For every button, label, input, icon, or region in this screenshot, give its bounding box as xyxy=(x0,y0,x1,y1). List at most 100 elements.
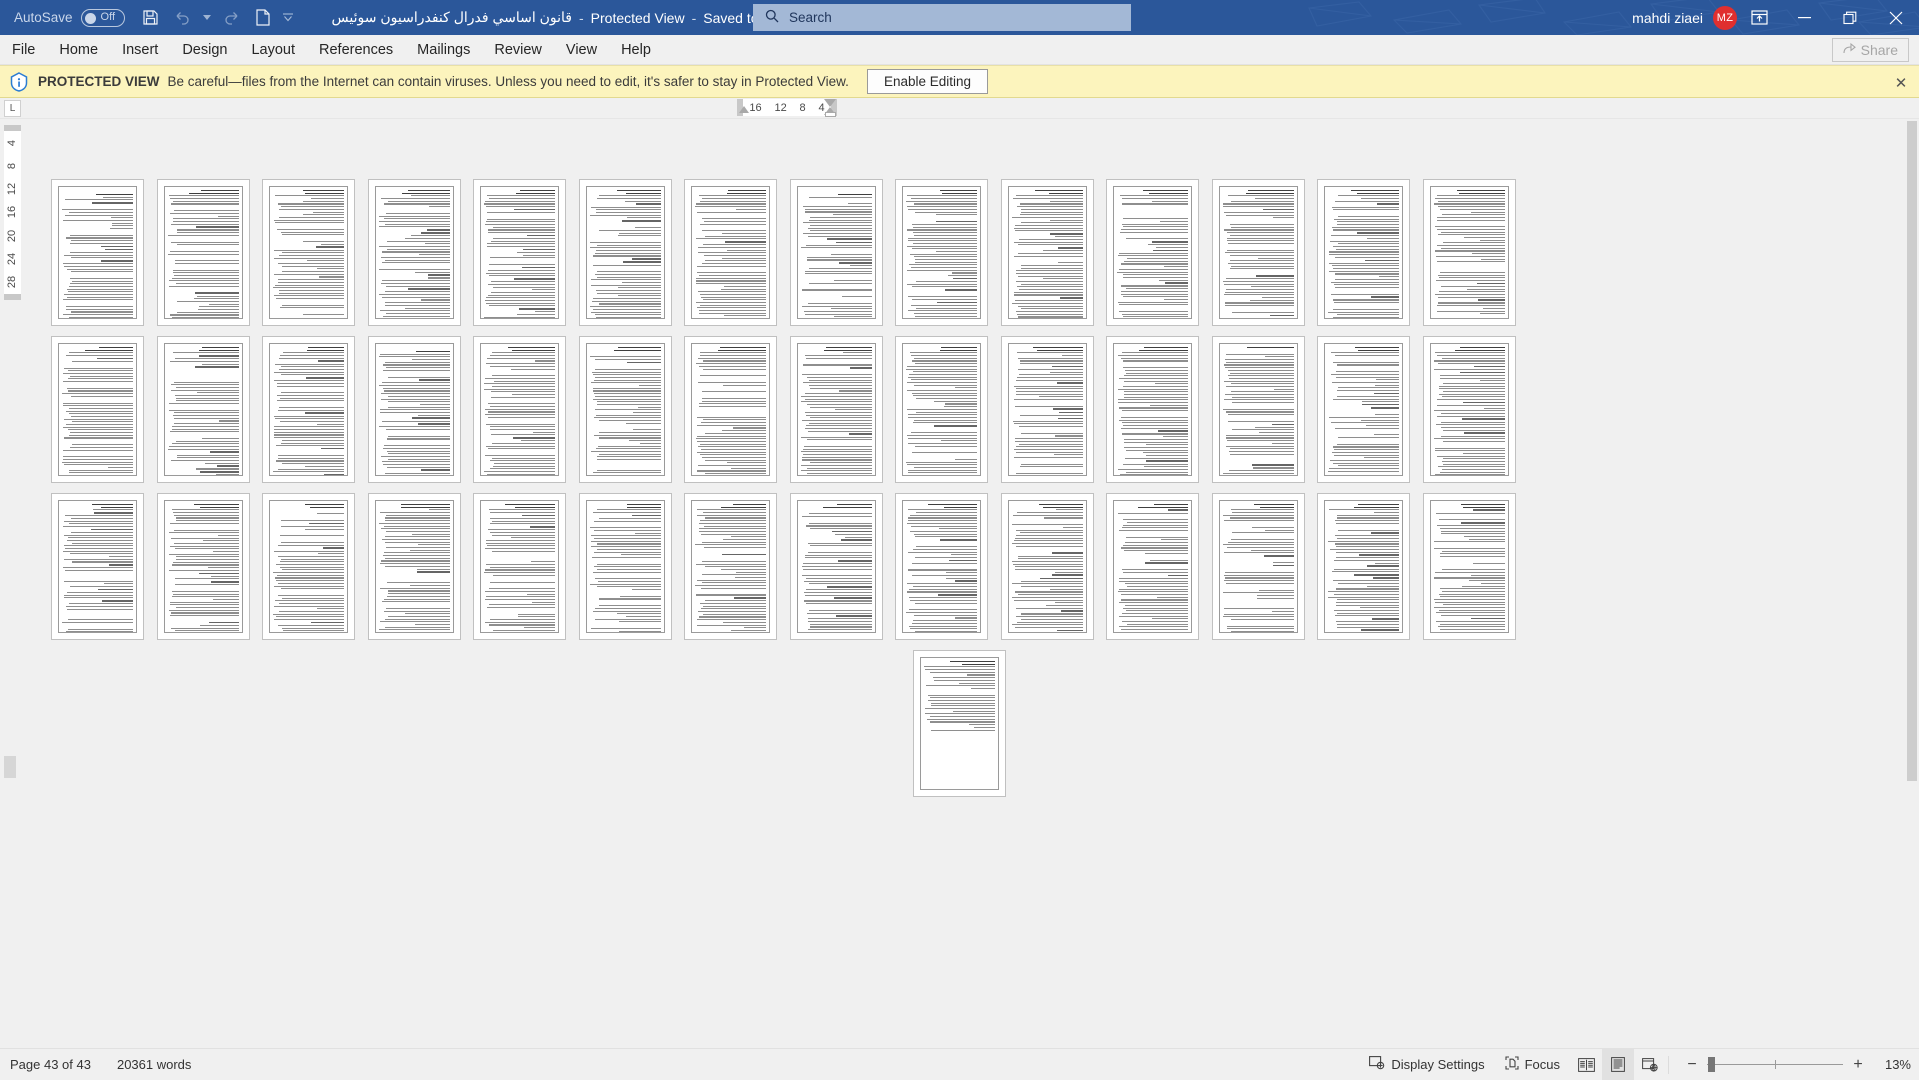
page-thumbnail[interactable] xyxy=(579,493,672,640)
page-thumbnail[interactable] xyxy=(51,493,144,640)
page-thumbnail[interactable] xyxy=(1001,493,1094,640)
zoom-level-label[interactable]: 13% xyxy=(1873,1057,1911,1072)
page-thumbnail[interactable] xyxy=(473,179,566,326)
page-thumbnail[interactable] xyxy=(157,493,250,640)
page-thumbnail[interactable] xyxy=(1317,336,1410,483)
minimize-button[interactable] xyxy=(1781,0,1827,35)
page-thumbnail[interactable] xyxy=(895,493,988,640)
print-layout-icon[interactable] xyxy=(1602,1049,1634,1080)
undo-icon[interactable] xyxy=(168,5,196,31)
page-thumbnail[interactable] xyxy=(1001,179,1094,326)
page-thumbnail[interactable] xyxy=(157,336,250,483)
page-thumbnail[interactable] xyxy=(473,493,566,640)
scroll-left-handle[interactable] xyxy=(4,756,16,778)
new-document-icon[interactable] xyxy=(249,5,277,31)
save-icon[interactable] xyxy=(137,5,165,31)
page-thumbnail[interactable] xyxy=(579,336,672,483)
page-thumbnail[interactable] xyxy=(262,493,355,640)
text-line xyxy=(590,242,660,243)
text-line xyxy=(702,198,766,199)
page-thumbnail[interactable] xyxy=(51,179,144,326)
text-line xyxy=(809,423,871,424)
text-line xyxy=(1334,284,1399,285)
tab-design[interactable]: Design xyxy=(170,35,239,64)
page-thumbnail[interactable] xyxy=(1106,336,1199,483)
page-thumbnail[interactable] xyxy=(895,336,988,483)
word-count[interactable]: 20361 words xyxy=(117,1057,191,1072)
enable-editing-button[interactable]: Enable Editing xyxy=(867,69,988,94)
avatar[interactable]: MZ xyxy=(1713,6,1737,30)
display-settings-button[interactable]: Display Settings xyxy=(1359,1049,1494,1080)
close-icon[interactable]: ✕ xyxy=(1891,73,1911,93)
first-line-indent-marker[interactable] xyxy=(739,106,749,113)
tab-home[interactable]: Home xyxy=(47,35,110,64)
vertical-scrollbar[interactable] xyxy=(1905,119,1919,1047)
page-thumbnail[interactable] xyxy=(684,179,777,326)
page-thumbnail[interactable] xyxy=(684,336,777,483)
share-button[interactable]: Share xyxy=(1832,38,1909,62)
text-line xyxy=(1331,374,1399,375)
page-thumbnail[interactable] xyxy=(684,493,777,640)
page-thumbnail[interactable] xyxy=(913,650,1006,797)
tab-mailings[interactable]: Mailings xyxy=(405,35,482,64)
horizontal-ruler[interactable]: 16 12 8 4 xyxy=(737,99,837,116)
page-thumbnail[interactable] xyxy=(262,179,355,326)
page-thumbnail[interactable] xyxy=(157,179,250,326)
page-thumbnail[interactable] xyxy=(368,336,461,483)
page-thumbnail[interactable] xyxy=(473,336,566,483)
document-title-group[interactable]: قانون اساسي فدرال كنفدراسيون سوئيس - Pro… xyxy=(332,9,822,26)
zoom-in-button[interactable]: + xyxy=(1851,1056,1865,1074)
search-input[interactable]: Search xyxy=(753,4,1131,31)
page-status[interactable]: Page 43 of 43 xyxy=(10,1057,91,1072)
page-thumbnail[interactable] xyxy=(790,493,883,640)
tab-layout[interactable]: Layout xyxy=(239,35,307,64)
tab-references[interactable]: References xyxy=(307,35,405,64)
page-thumbnail[interactable] xyxy=(1106,493,1199,640)
page-thumbnail[interactable] xyxy=(790,179,883,326)
hanging-indent-marker[interactable] xyxy=(824,99,836,107)
tab-insert[interactable]: Insert xyxy=(110,35,170,64)
right-indent-marker[interactable] xyxy=(825,112,836,117)
close-button[interactable] xyxy=(1873,0,1919,35)
zoom-out-button[interactable]: − xyxy=(1685,1056,1699,1074)
tab-file[interactable]: File xyxy=(0,35,47,64)
restore-button[interactable] xyxy=(1827,0,1873,35)
page-thumbnail[interactable] xyxy=(895,179,988,326)
tab-view[interactable]: View xyxy=(554,35,609,64)
page-thumbnail[interactable] xyxy=(1212,493,1305,640)
ribbon-display-options-icon[interactable] xyxy=(1737,0,1781,35)
page-thumbnail[interactable] xyxy=(51,336,144,483)
tab-stop-selector[interactable]: L xyxy=(4,100,21,117)
focus-button[interactable]: Focus xyxy=(1495,1049,1570,1080)
customize-quick-access-toolbar-icon[interactable] xyxy=(280,5,296,31)
page-thumbnail[interactable] xyxy=(1317,179,1410,326)
scrollbar-thumb[interactable] xyxy=(1907,121,1917,781)
text-line xyxy=(97,358,133,360)
page-thumbnail[interactable] xyxy=(262,336,355,483)
read-mode-icon[interactable] xyxy=(1570,1049,1602,1080)
zoom-slider[interactable] xyxy=(1707,1064,1843,1065)
web-layout-icon[interactable] xyxy=(1634,1049,1666,1080)
text-line xyxy=(172,278,238,279)
page-thumbnail[interactable] xyxy=(1106,179,1199,326)
page-thumbnail[interactable] xyxy=(1001,336,1094,483)
page-thumbnail[interactable] xyxy=(1423,179,1516,326)
page-thumbnail[interactable] xyxy=(1423,336,1516,483)
tab-help[interactable]: Help xyxy=(609,35,663,64)
text-line xyxy=(1227,440,1293,441)
page-thumbnail[interactable] xyxy=(1212,179,1305,326)
page-thumbnail[interactable] xyxy=(368,493,461,640)
undo-dropdown-icon[interactable] xyxy=(199,5,215,31)
tab-review[interactable]: Review xyxy=(482,35,554,64)
zoom-slider-handle[interactable] xyxy=(1708,1057,1715,1072)
autosave-toggle[interactable]: Off xyxy=(81,9,125,27)
autosave-control[interactable]: AutoSave Off xyxy=(14,9,125,27)
page-thumbnail[interactable] xyxy=(1423,493,1516,640)
redo-icon[interactable] xyxy=(218,5,246,31)
page-thumbnail[interactable] xyxy=(790,336,883,483)
page-thumbnail[interactable] xyxy=(1317,493,1410,640)
page-thumbnail[interactable] xyxy=(1212,336,1305,483)
page-thumbnail[interactable] xyxy=(368,179,461,326)
page-thumbnail[interactable] xyxy=(579,179,672,326)
vertical-ruler[interactable]: 4 8 12 16 20 24 28 xyxy=(4,125,21,300)
